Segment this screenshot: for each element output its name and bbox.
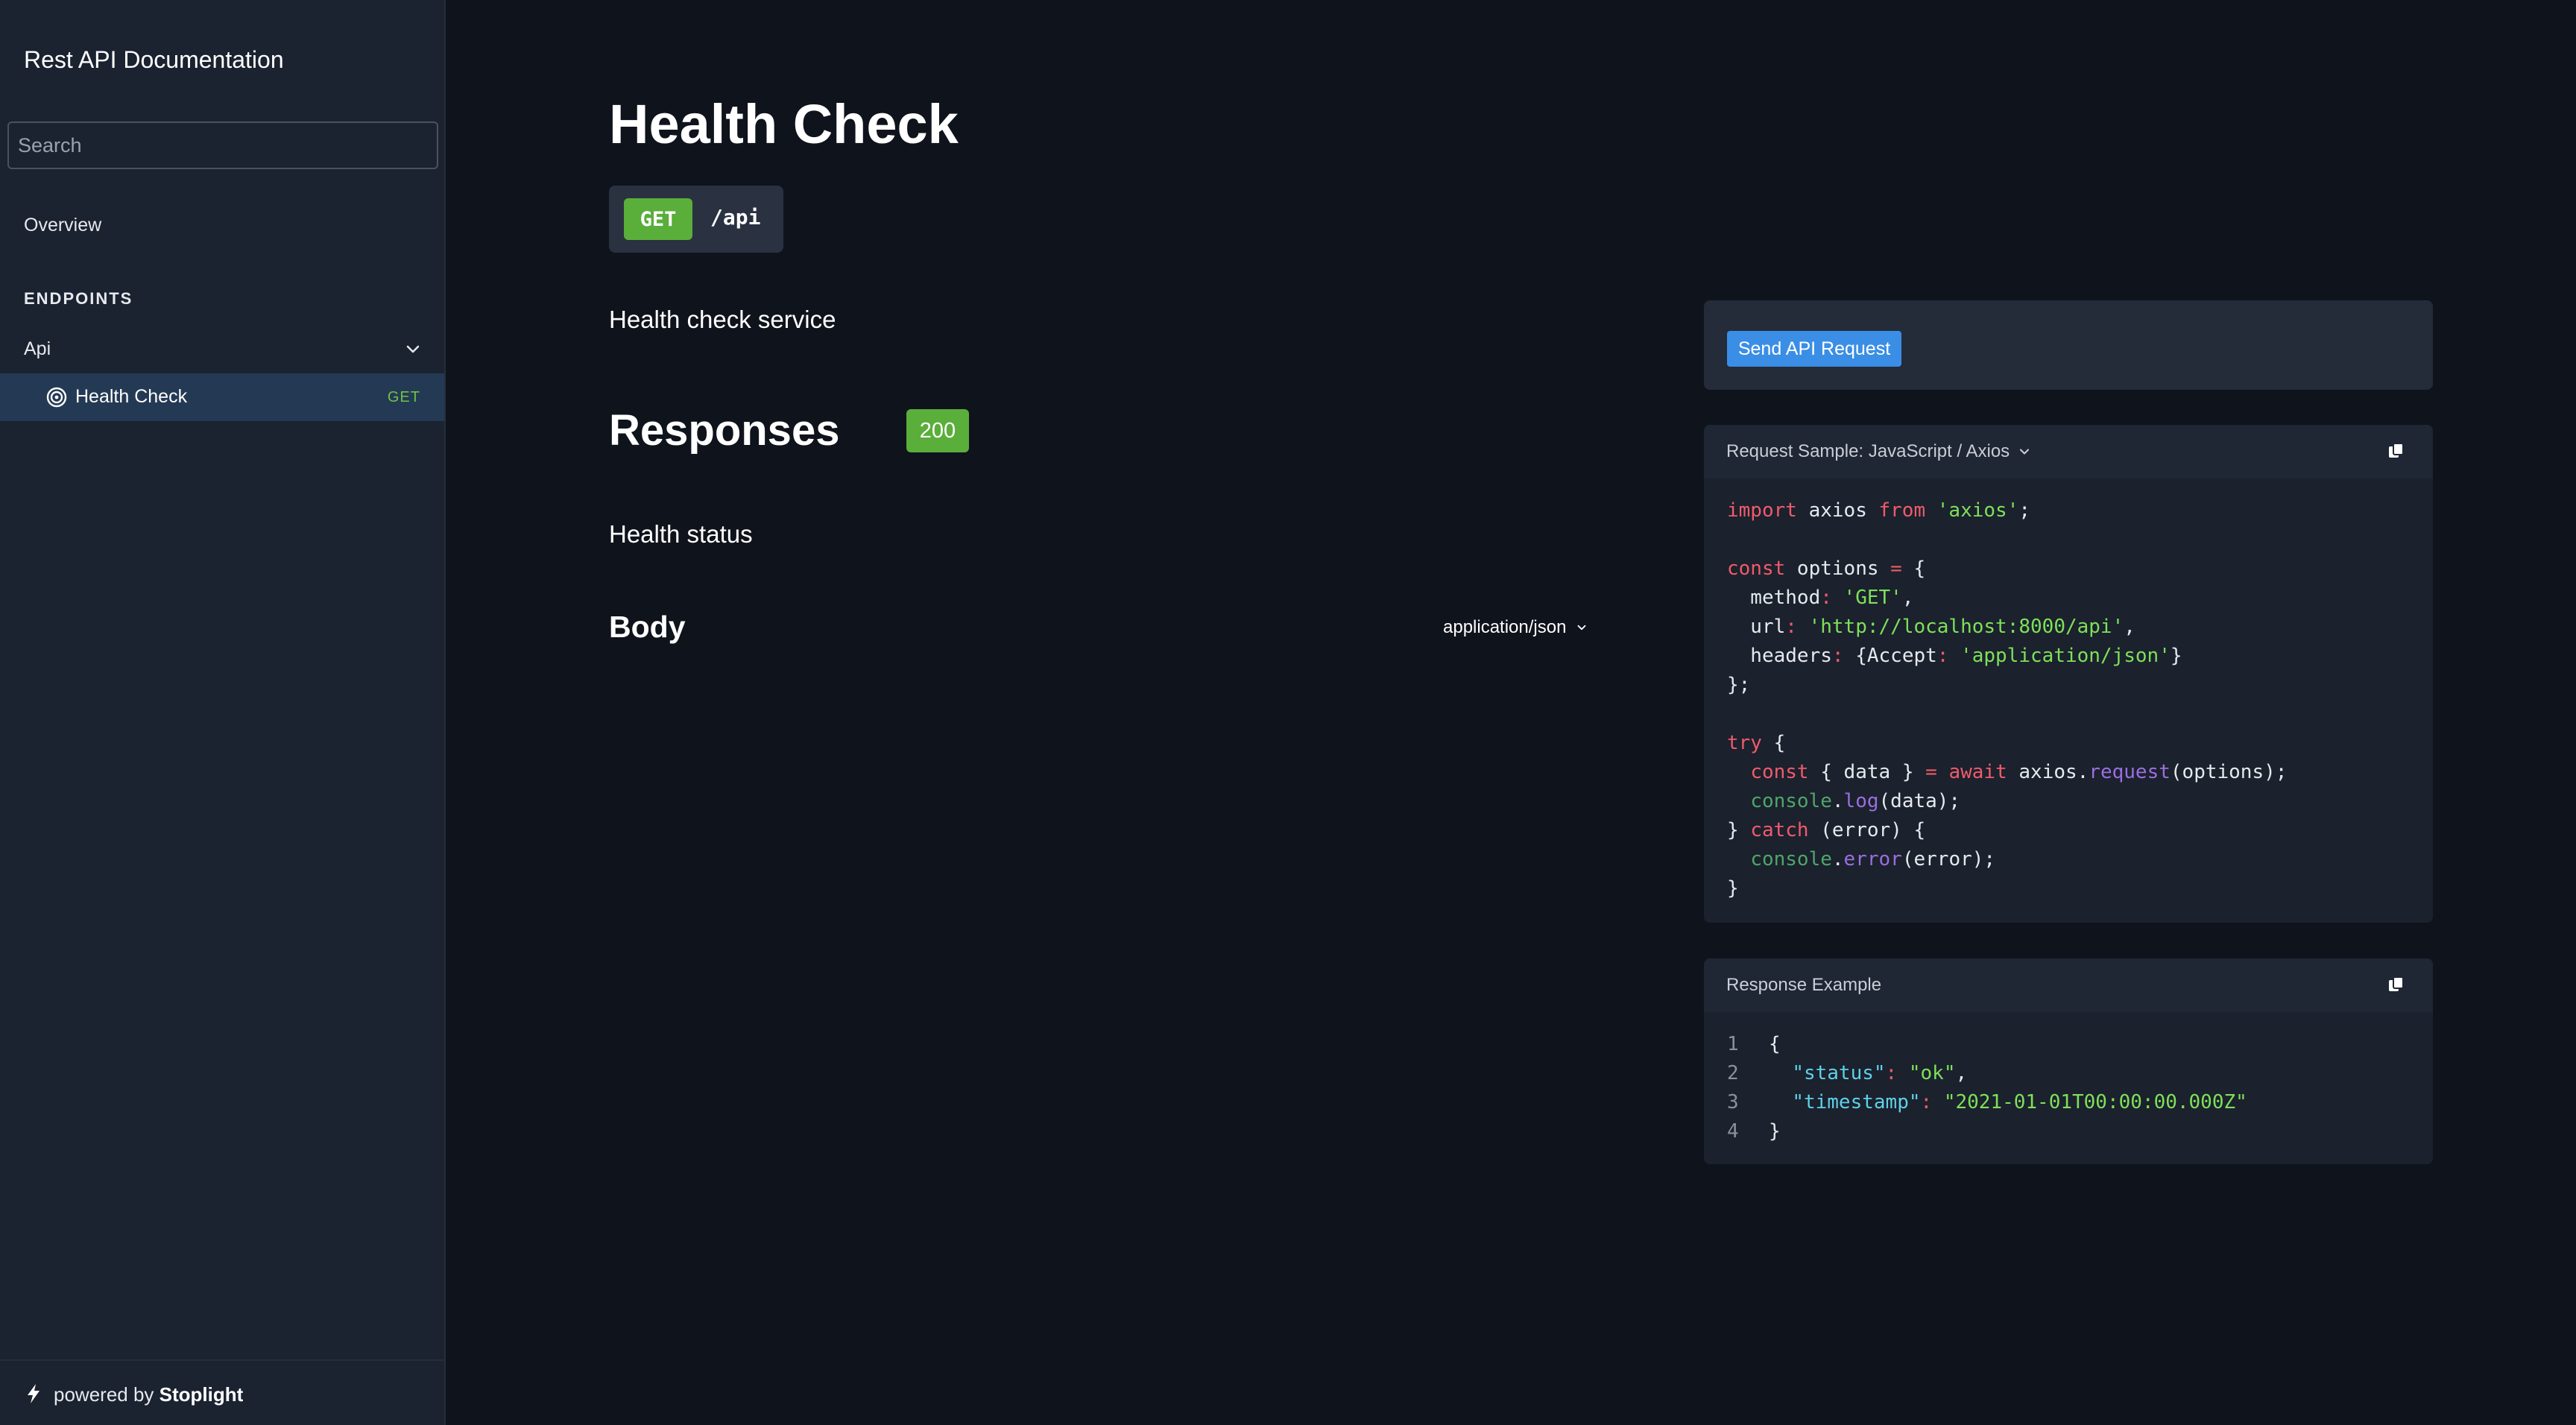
target-icon <box>46 387 67 408</box>
code-line: } <box>1769 1120 1781 1143</box>
code-line: const options = { <box>1727 557 1926 580</box>
request-code-block: import axios from 'axios'; const options… <box>1727 496 2287 903</box>
endpoint-description: Health check service <box>609 306 836 333</box>
sidebar-group-label: Api <box>24 338 51 359</box>
try-it-panel: Send API Request <box>1704 300 2433 390</box>
code-line: }; <box>1727 674 1751 696</box>
code-line: import axios from 'axios'; <box>1727 499 2031 522</box>
method-badge: GET <box>624 198 692 240</box>
page-title: Health Check <box>609 93 959 155</box>
code-line: } <box>1727 877 1739 900</box>
sidebar: Rest API Documentation Overview ENDPOINT… <box>0 0 446 1425</box>
app-title: Rest API Documentation <box>24 46 284 73</box>
code-line: "status": "ok", <box>1792 1062 1968 1084</box>
code-line: console.error(error); <box>1750 848 1996 871</box>
sidebar-item-method: GET <box>387 389 420 405</box>
powered-by-text: powered by Stoplight <box>54 1383 243 1406</box>
code-line: method: 'GET', <box>1727 587 1914 609</box>
line-number: 1 <box>1727 1033 1739 1055</box>
sidebar-section-endpoints: ENDPOINTS <box>24 289 133 308</box>
code-line: const { data } = await axios.request(opt… <box>1750 761 2288 783</box>
response-example-header: Response Example <box>1704 958 2433 1012</box>
send-api-request-button[interactable]: Send API Request <box>1727 331 1901 367</box>
content-type-label: application/json <box>1443 617 1567 637</box>
copy-icon[interactable] <box>2387 975 2406 994</box>
code-line: "timestamp": "2021-01-01T00:00:00.000Z" <box>1792 1091 2247 1113</box>
search-input[interactable] <box>9 123 437 168</box>
method-path-block: GET /api <box>609 186 783 253</box>
search-box <box>7 121 438 169</box>
sidebar-item-label: Health Check <box>75 386 188 407</box>
code-line: } catch (error) { <box>1727 819 1926 841</box>
line-number: 4 <box>1727 1120 1739 1143</box>
chevron-down-icon <box>406 345 420 353</box>
line-number: 2 <box>1727 1062 1739 1084</box>
chevron-down-icon <box>1578 625 1586 631</box>
content-type-select[interactable]: application/json <box>1443 617 1588 638</box>
sidebar-item-overview[interactable]: Overview <box>24 215 101 236</box>
code-line: { <box>1769 1033 1781 1055</box>
response-code-block: 1 { 2 "status": "ok", 3 "timestamp": "202… <box>1727 1030 2247 1146</box>
request-sample-panel: Request Sample: JavaScript / Axios impor… <box>1704 425 2433 923</box>
powered-by-prefix: powered by <box>54 1383 154 1406</box>
chevron-down-icon <box>2020 449 2030 455</box>
bolt-icon <box>28 1384 40 1403</box>
status-code-tab[interactable]: 200 <box>906 409 969 452</box>
copy-icon[interactable] <box>2387 441 2406 461</box>
request-sample-header: Request Sample: JavaScript / Axios <box>1704 425 2433 478</box>
code-line: headers: {Accept: 'application/json'} <box>1727 645 2182 667</box>
line-number: 3 <box>1727 1091 1739 1113</box>
stoplight-brand: Stoplight <box>159 1383 244 1406</box>
response-example-title: Response Example <box>1726 975 1882 995</box>
response-example-panel: Response Example 1 { 2 "status": "ok", 3 … <box>1704 958 2433 1164</box>
request-sample-language-select[interactable]: Request Sample: JavaScript / Axios <box>1726 441 2032 462</box>
sidebar-item-health-check[interactable]: Health Check GET <box>0 373 444 421</box>
response-description: Health status <box>609 520 753 548</box>
endpoint-path: /api <box>710 205 761 230</box>
sidebar-group-api[interactable]: Api <box>0 334 444 364</box>
code-line: console.log(data); <box>1750 790 1961 812</box>
code-line: try { <box>1727 732 1786 754</box>
powered-by-footer[interactable]: powered by Stoplight <box>0 1359 444 1425</box>
code-line: url: 'http://localhost:8000/api', <box>1727 616 2135 638</box>
body-title: Body <box>609 610 686 644</box>
request-sample-title: Request Sample: JavaScript / Axios <box>1726 441 2010 461</box>
responses-title: Responses <box>609 406 840 455</box>
